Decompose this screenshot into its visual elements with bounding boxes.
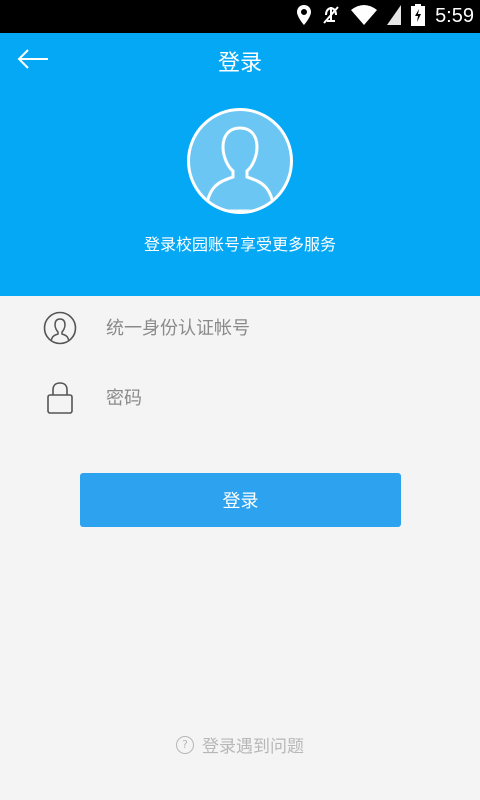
username-row (0, 298, 480, 358)
login-button[interactable]: 登录 (80, 473, 401, 527)
password-row (0, 368, 480, 428)
user-silhouette-icon (190, 111, 290, 211)
page-title: 登录 (217, 51, 262, 76)
lock-icon (43, 381, 77, 415)
user-circle-icon (43, 311, 77, 345)
wifi-icon (351, 4, 378, 29)
status-time: 5:59 (435, 5, 474, 27)
header: 登录 登录校园账号享受更多服务 (0, 33, 480, 296)
tagline: 登录校园账号享受更多服务 (143, 235, 336, 254)
help-link[interactable]: ? 登录遇到问题 (0, 732, 480, 757)
username-input[interactable] (106, 308, 446, 348)
location-icon (297, 4, 312, 29)
battery-charging-icon (411, 3, 426, 30)
mute-icon (321, 5, 341, 29)
password-input[interactable] (106, 378, 446, 418)
status-icons: 5:59 (297, 0, 474, 33)
signal-icon (387, 4, 402, 29)
help-label: 登录遇到问题 (202, 737, 304, 757)
avatar (187, 108, 293, 214)
status-bar: 5:59 (0, 0, 480, 33)
question-circle-icon: ? (176, 735, 194, 754)
